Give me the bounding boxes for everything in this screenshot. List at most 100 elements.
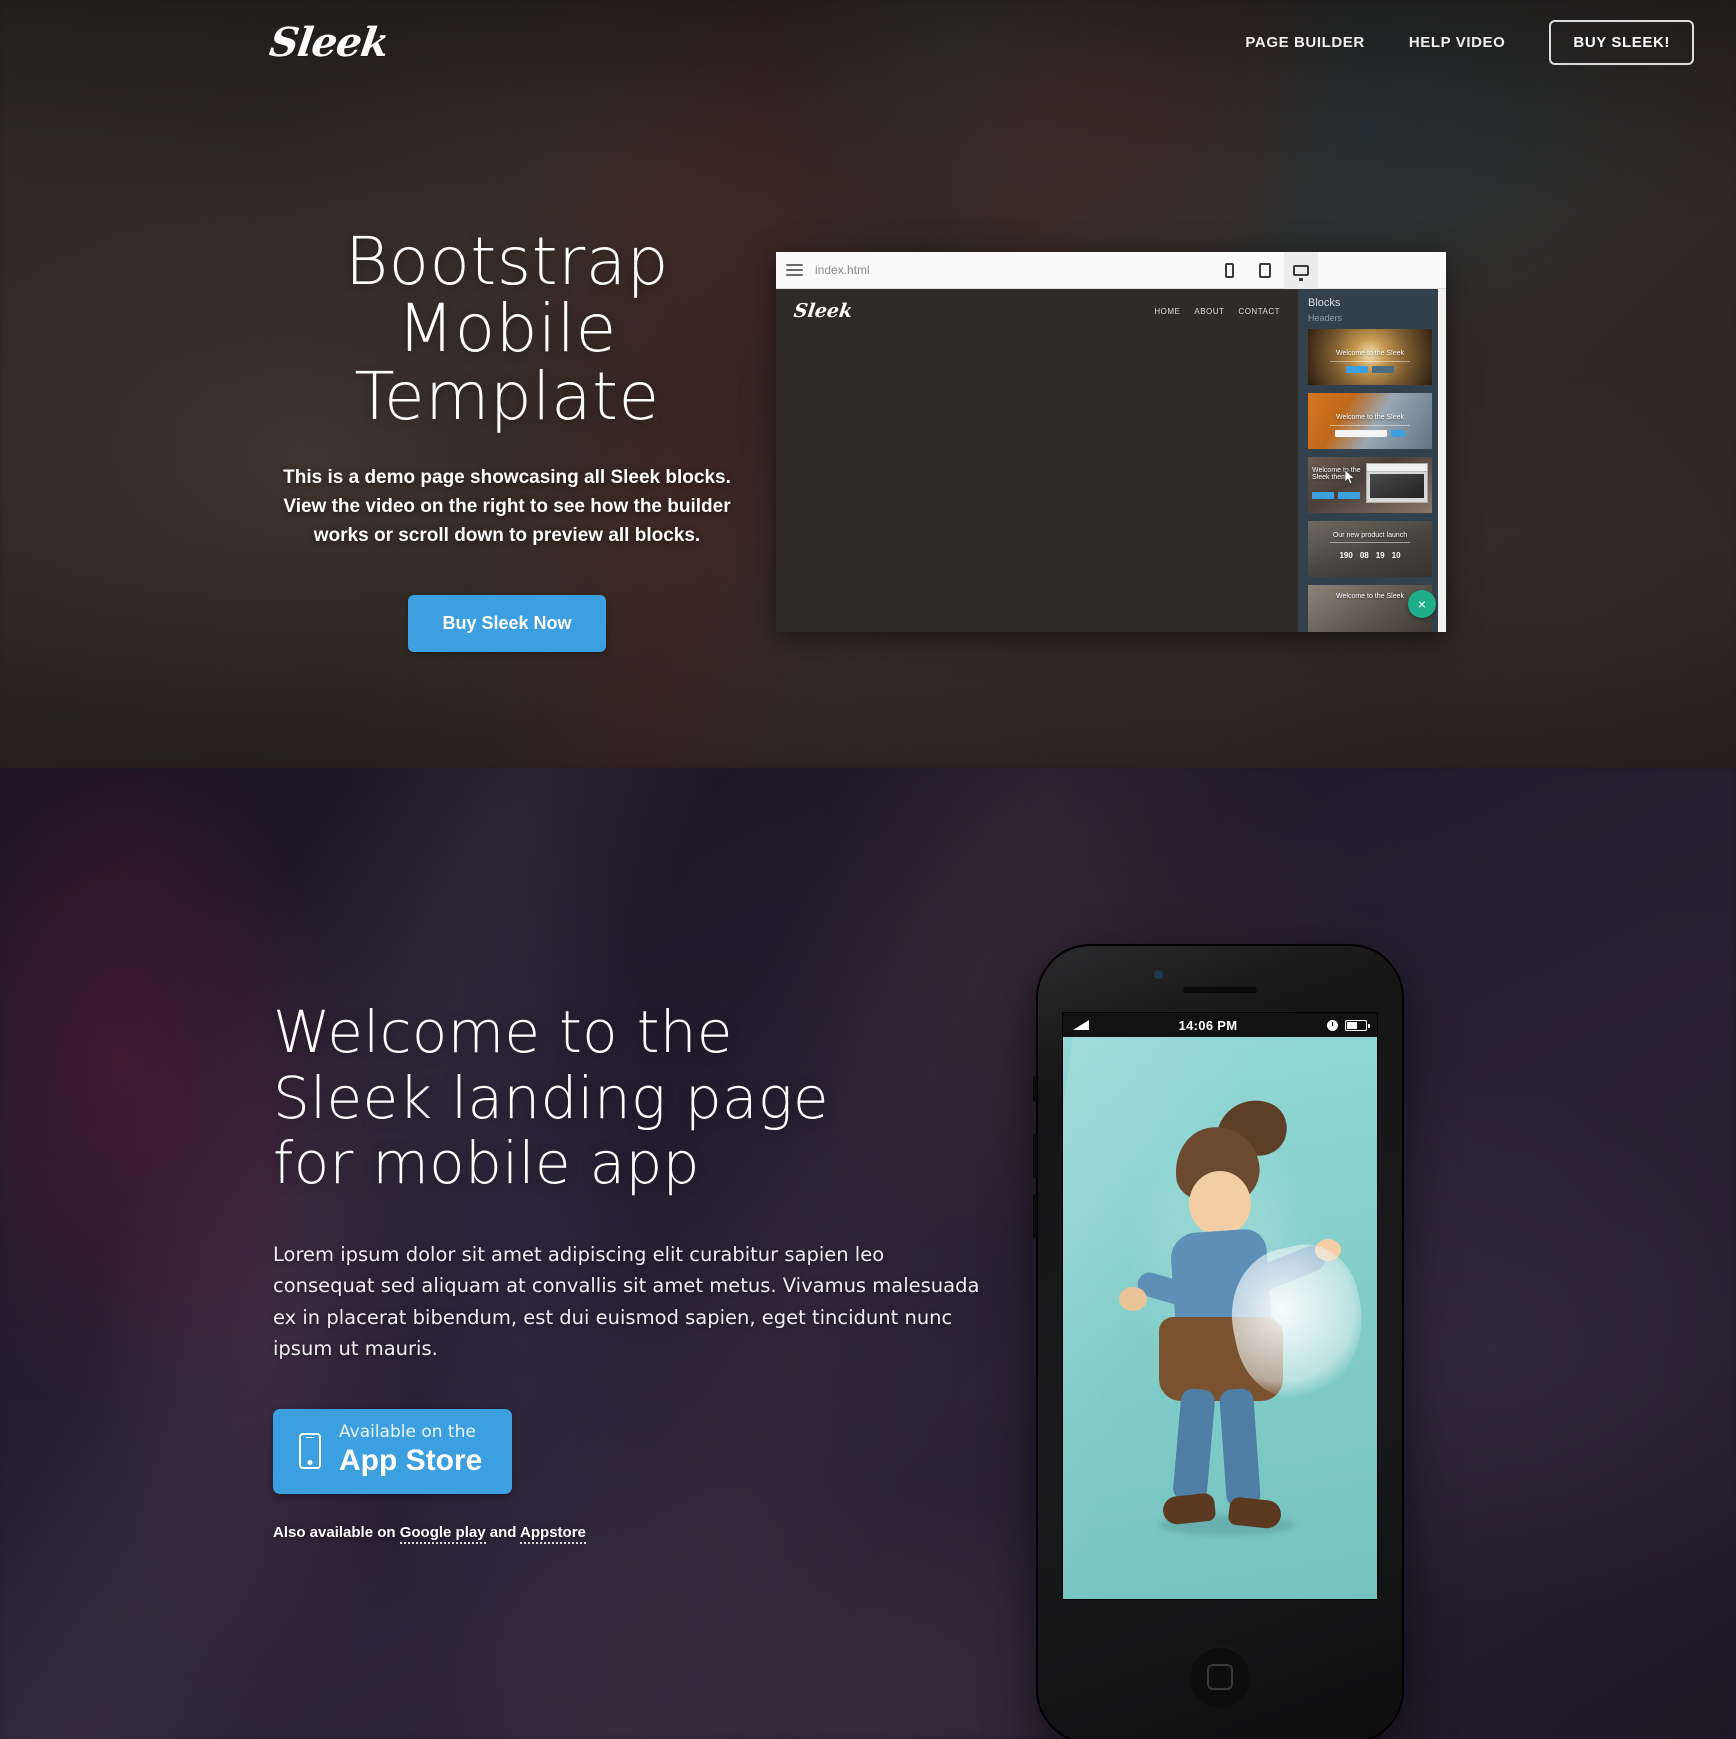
hero-section: Sleek PAGE BUILDER HELP VIDEO BUY SLEEK!… — [0, 0, 1736, 768]
block-thumbnail[interactable]: Welcome to the Sleek — [1308, 393, 1432, 449]
block-thumbnail[interactable]: Our new product launch 190 08 19 10 — [1308, 521, 1432, 577]
thumbnail-form — [1308, 429, 1432, 437]
hero-title-line-1: Bootstrap — [344, 223, 670, 300]
thumbnail-divider — [1330, 542, 1410, 544]
thumbnail-countdown-min: 19 — [1375, 551, 1385, 561]
thumbnail-divider — [1330, 425, 1410, 427]
character-right-leg — [1218, 1387, 1262, 1509]
device-phone-button[interactable] — [1212, 252, 1246, 289]
device-desktop-button[interactable] — [1284, 252, 1318, 289]
app-store-button[interactable]: Available on the App Store — [273, 1408, 513, 1495]
canvas-nav-item-home: HOME — [1154, 306, 1181, 316]
builder-filename: index.html — [815, 263, 870, 277]
thumbnail-buttons — [1312, 491, 1360, 499]
mobile-phone-icon — [299, 1432, 321, 1469]
app-store-button-text: Available on the App Store — [339, 1423, 482, 1478]
thumbnail-submit — [1391, 429, 1405, 437]
thumbnail-countdown-days: 190 — [1339, 551, 1353, 561]
also-middle: and — [489, 1524, 517, 1542]
phone-mockup: 14:06 PM — [1033, 944, 1404, 1739]
google-play-link[interactable]: Google play — [399, 1524, 486, 1545]
canvas-navbar: Sleek HOME ABOUT CONTACT — [776, 289, 1298, 333]
buy-sleek-button[interactable]: BUY SLEEK! — [1549, 19, 1694, 65]
device-tablet-button[interactable] — [1248, 252, 1282, 289]
battery-icon — [1344, 1019, 1370, 1031]
thumbnail-button-primary — [1312, 491, 1334, 499]
status-bar-right-icons — [1326, 1019, 1370, 1031]
block-thumbnail[interactable]: Welcome to the Sleek — [1308, 329, 1432, 385]
also-available-line: Also available on Google play and Appsto… — [273, 1524, 993, 1545]
buy-sleek-now-button[interactable]: Buy Sleek Now — [408, 594, 606, 652]
thumbnail-button-primary — [1346, 365, 1368, 373]
desktop-icon — [1293, 264, 1309, 281]
thumbnail-countdown-hrs: 08 — [1359, 551, 1369, 561]
thumbnail-countdown: 190 08 19 10 — [1308, 551, 1432, 560]
phone-icon — [1224, 262, 1234, 278]
signal-icon — [1073, 1020, 1089, 1030]
device-toggle-group — [1212, 252, 1318, 289]
app-promo-paragraph: Lorem ipsum dolor sit amet adipiscing el… — [273, 1242, 980, 1361]
blocks-thumbnail-list: Welcome to the Sleek Welcome to the Slee… — [1298, 329, 1446, 632]
thumbnail-browser-overlay — [1366, 463, 1428, 503]
home-square-icon — [1207, 1664, 1233, 1690]
appstore-link[interactable]: Appstore — [520, 1524, 586, 1545]
thumbnail-divider — [1330, 361, 1410, 363]
app-promo-content: Welcome to the Sleek landing page for mo… — [273, 998, 993, 1545]
blocks-panel: Blocks Headers Welcome to the Sleek Welc… — [1298, 289, 1446, 632]
character-left-hand — [1119, 1287, 1147, 1311]
nav-item-page-builder[interactable]: PAGE BUILDER — [1245, 34, 1364, 51]
phone-status-bar: 14:06 PM — [1063, 1013, 1377, 1037]
page-builder-mockup: index.html Sleek HOME ABOUT CONTACT Bloc… — [776, 252, 1446, 632]
builder-right-edge — [1438, 289, 1446, 632]
character-right-shoe — [1227, 1496, 1283, 1530]
character-left-leg — [1172, 1387, 1216, 1503]
phone-silent-switch — [1033, 1076, 1037, 1102]
thumbnail-buttons — [1308, 365, 1432, 373]
nav-item-help-video[interactable]: HELP VIDEO — [1409, 34, 1506, 51]
builder-toolbar: index.html — [776, 252, 1446, 289]
app-promo-title-line-3: for mobile app — [273, 1129, 700, 1198]
blocks-panel-section-label: Headers — [1308, 313, 1343, 323]
phone-home-button[interactable] — [1189, 1646, 1251, 1708]
character-left-shoe — [1161, 1492, 1217, 1526]
thumbnail-button-secondary — [1372, 365, 1394, 373]
blocks-panel-title: Blocks — [1308, 297, 1341, 309]
canvas-nav-item-about: ABOUT — [1194, 306, 1225, 316]
thumbnail-button-secondary — [1338, 491, 1360, 499]
character-head — [1189, 1171, 1251, 1235]
clock-icon — [1326, 1019, 1338, 1031]
brand-logo[interactable]: Sleek — [267, 19, 391, 66]
top-navbar: Sleek PAGE BUILDER HELP VIDEO BUY SLEEK! — [0, 0, 1736, 84]
block-thumbnail[interactable]: Welcome to the Sleek theme — [1308, 457, 1432, 513]
builder-canvas[interactable]: Sleek HOME ABOUT CONTACT Our new product… — [776, 289, 1298, 632]
thumbnail-countdown-sec: 10 — [1391, 551, 1401, 561]
builder-body: Sleek HOME ABOUT CONTACT Our new product… — [776, 289, 1446, 632]
app-promo-title: Welcome to the Sleek landing page for mo… — [273, 998, 993, 1198]
app-screen-illustration — [1063, 1037, 1377, 1599]
cursor-icon — [1344, 469, 1355, 485]
hero-subtitle: This is a demo page showcasing all Sleek… — [283, 466, 731, 546]
close-panel-button[interactable]: × — [1408, 590, 1436, 618]
block-thumbnail-label: Our new product launch — [1332, 532, 1408, 540]
hero-title-line-3: Template — [354, 357, 660, 435]
character-illustration — [1063, 1088, 1377, 1561]
landing-page: Sleek PAGE BUILDER HELP VIDEO BUY SLEEK!… — [0, 0, 1736, 1739]
thumbnail-input — [1335, 429, 1387, 437]
app-store-big-label: App Store — [339, 1443, 483, 1477]
hamburger-menu-icon[interactable] — [786, 264, 803, 276]
canvas-nav-item-contact: CONTACT — [1238, 306, 1280, 316]
tablet-icon — [1259, 262, 1271, 278]
phone-volume-up-button — [1033, 1134, 1037, 1178]
app-store-small-label: Available on the — [339, 1421, 476, 1442]
also-prefix: Also available on — [273, 1524, 396, 1542]
canvas-logo: Sleek — [792, 300, 854, 322]
hero-content: Bootstrap Mobile Template This is a demo… — [262, 228, 752, 652]
canvas-nav-links: HOME ABOUT CONTACT — [1154, 307, 1280, 316]
hero-title-line-2: Mobile — [397, 290, 617, 368]
phone-volume-down-button — [1033, 1194, 1037, 1238]
block-thumbnail-label: Welcome to the Sleek — [1336, 350, 1404, 358]
status-bar-time: 14:06 PM — [1178, 1017, 1238, 1033]
app-promo-title-line-1: Welcome to the — [273, 998, 733, 1066]
nav-links: PAGE BUILDER HELP VIDEO BUY SLEEK! — [1245, 19, 1694, 65]
front-camera-icon — [1154, 970, 1163, 979]
